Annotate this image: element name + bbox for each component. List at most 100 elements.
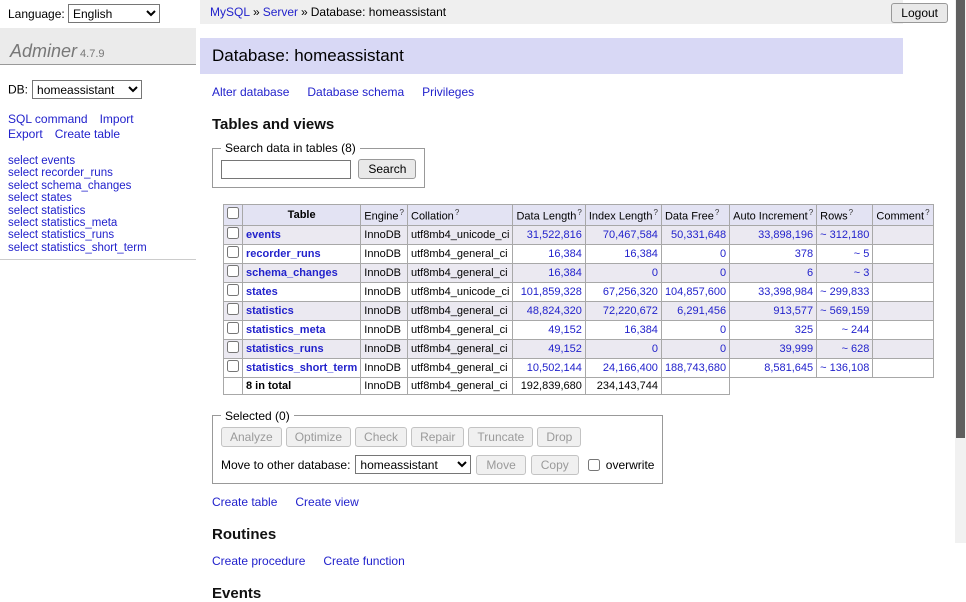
auto-increment-link[interactable]: 33,898,196 <box>758 229 813 241</box>
table-link-statistics_short_term[interactable]: statistics_short_term <box>41 242 146 254</box>
table-link-states[interactable]: states <box>41 192 72 204</box>
auto-increment-link[interactable]: 913,577 <box>773 305 813 317</box>
index-length-link[interactable]: 70,467,584 <box>603 229 658 241</box>
select-link-states[interactable]: select <box>8 192 38 204</box>
row-checkbox-statistics_short_term[interactable] <box>227 360 239 372</box>
table-link-events[interactable]: events <box>41 155 75 167</box>
row-checkbox-recorder_runs[interactable] <box>227 246 239 258</box>
create-function-link[interactable]: Create function <box>323 554 404 568</box>
data-length-link[interactable]: 49,152 <box>548 343 582 355</box>
export-link[interactable]: Export <box>8 127 43 141</box>
data-length-link[interactable]: 49,152 <box>548 324 582 336</box>
data-length-link[interactable]: 10,502,144 <box>527 362 582 374</box>
auto-increment-link[interactable]: 33,398,984 <box>758 286 813 298</box>
data-free-link[interactable]: 6,291,456 <box>677 305 726 317</box>
data-length-link[interactable]: 101,859,328 <box>521 286 582 298</box>
data-length-link[interactable]: 48,824,320 <box>527 305 582 317</box>
adminer-logo-link[interactable]: Adminer <box>10 41 77 61</box>
select-link-events[interactable]: select <box>8 155 38 167</box>
data-free-link[interactable]: 188,743,680 <box>665 362 726 374</box>
analyze-button[interactable]: Analyze <box>221 427 282 447</box>
index-length-link[interactable]: 67,256,320 <box>603 286 658 298</box>
drop-button[interactable]: Drop <box>537 427 581 447</box>
auto-increment-link[interactable]: 8,581,645 <box>764 362 813 374</box>
copy-button[interactable]: Copy <box>531 455 579 475</box>
truncate-button[interactable]: Truncate <box>468 427 533 447</box>
table-name-link-states[interactable]: states <box>246 286 278 298</box>
rows-link[interactable]: ~ 628 <box>842 343 870 355</box>
db-select[interactable]: homeassistant <box>32 80 142 99</box>
select-link-statistics_short_term[interactable]: select <box>8 242 38 254</box>
overwrite-label[interactable]: overwrite <box>606 458 655 472</box>
table-name-link-statistics_meta[interactable]: statistics_meta <box>246 324 326 336</box>
table-link-statistics_runs[interactable]: statistics_runs <box>41 229 114 241</box>
select-link-statistics[interactable]: select <box>8 205 38 217</box>
rows-link[interactable]: ~ 244 <box>842 324 870 336</box>
select-link-schema_changes[interactable]: select <box>8 180 38 192</box>
select-all-checkbox[interactable] <box>227 207 239 219</box>
check-button[interactable]: Check <box>355 427 407 447</box>
help-link[interactable]: ? <box>715 208 719 217</box>
data-length-link[interactable]: 16,384 <box>548 267 582 279</box>
search-input[interactable] <box>221 160 351 179</box>
overwrite-checkbox[interactable] <box>588 459 600 471</box>
table-name-link-statistics_short_term[interactable]: statistics_short_term <box>246 362 357 374</box>
breadcrumb-link-mysql[interactable]: MySQL <box>210 5 250 19</box>
data-length-link[interactable]: 31,522,816 <box>527 229 582 241</box>
create-procedure-link[interactable]: Create procedure <box>212 554 305 568</box>
table-name-link-events[interactable]: events <box>246 229 281 241</box>
rows-link[interactable]: ~ 569,159 <box>820 305 869 317</box>
data-free-link[interactable]: 50,331,648 <box>671 229 726 241</box>
rows-link[interactable]: ~ 3 <box>854 267 870 279</box>
import-link[interactable]: Import <box>100 112 134 126</box>
help-link[interactable]: ? <box>849 208 853 217</box>
auto-increment-link[interactable]: 6 <box>807 267 813 279</box>
scrollbar-thumb[interactable] <box>956 0 965 438</box>
rows-link[interactable]: ~ 299,833 <box>820 286 869 298</box>
select-link-statistics_runs[interactable]: select <box>8 229 38 241</box>
sql-command-link[interactable]: SQL command <box>8 112 88 126</box>
data-length-link[interactable]: 16,384 <box>548 248 582 260</box>
table-name-link-schema_changes[interactable]: schema_changes <box>246 267 338 279</box>
index-length-link[interactable]: 0 <box>652 343 658 355</box>
index-length-link[interactable]: 72,220,672 <box>603 305 658 317</box>
alter-database-link[interactable]: Alter database <box>212 85 289 99</box>
search-button[interactable]: Search <box>358 159 416 179</box>
table-link-statistics[interactable]: statistics <box>41 205 85 217</box>
row-checkbox-schema_changes[interactable] <box>227 265 239 277</box>
scrollbar[interactable] <box>955 0 966 543</box>
index-length-link[interactable]: 24,166,400 <box>603 362 658 374</box>
row-checkbox-events[interactable] <box>227 227 239 239</box>
row-checkbox-statistics[interactable] <box>227 303 239 315</box>
help-link[interactable]: ? <box>653 208 657 217</box>
index-length-link[interactable]: 16,384 <box>624 248 658 260</box>
auto-increment-link[interactable]: 325 <box>795 324 813 336</box>
index-length-link[interactable]: 0 <box>652 267 658 279</box>
help-link[interactable]: ? <box>400 208 404 217</box>
optimize-button[interactable]: Optimize <box>286 427 351 447</box>
auto-increment-link[interactable]: 39,999 <box>780 343 814 355</box>
create-table-link[interactable]: Create table <box>212 495 277 509</box>
data-free-link[interactable]: 104,857,600 <box>665 286 726 298</box>
create-table-link[interactable]: Create table <box>55 127 120 141</box>
table-name-link-statistics[interactable]: statistics <box>246 305 294 317</box>
index-length-link[interactable]: 16,384 <box>624 324 658 336</box>
rows-link[interactable]: ~ 5 <box>854 248 870 260</box>
help-link[interactable]: ? <box>577 208 581 217</box>
logout-button[interactable]: Logout <box>891 3 948 23</box>
row-checkbox-statistics_meta[interactable] <box>227 322 239 334</box>
language-select[interactable]: English <box>68 4 160 23</box>
privileges-link[interactable]: Privileges <box>422 85 474 99</box>
help-link[interactable]: ? <box>455 208 459 217</box>
data-free-link[interactable]: 0 <box>720 248 726 260</box>
repair-button[interactable]: Repair <box>411 427 464 447</box>
create-view-link[interactable]: Create view <box>295 495 358 509</box>
database-schema-link[interactable]: Database schema <box>307 85 404 99</box>
table-link-recorder_runs[interactable]: recorder_runs <box>41 167 113 179</box>
select-link-recorder_runs[interactable]: select <box>8 167 38 179</box>
help-link[interactable]: ? <box>925 208 929 217</box>
data-free-link[interactable]: 0 <box>720 267 726 279</box>
data-free-link[interactable]: 0 <box>720 324 726 336</box>
auto-increment-link[interactable]: 378 <box>795 248 813 260</box>
table-link-statistics_meta[interactable]: statistics_meta <box>41 217 117 229</box>
